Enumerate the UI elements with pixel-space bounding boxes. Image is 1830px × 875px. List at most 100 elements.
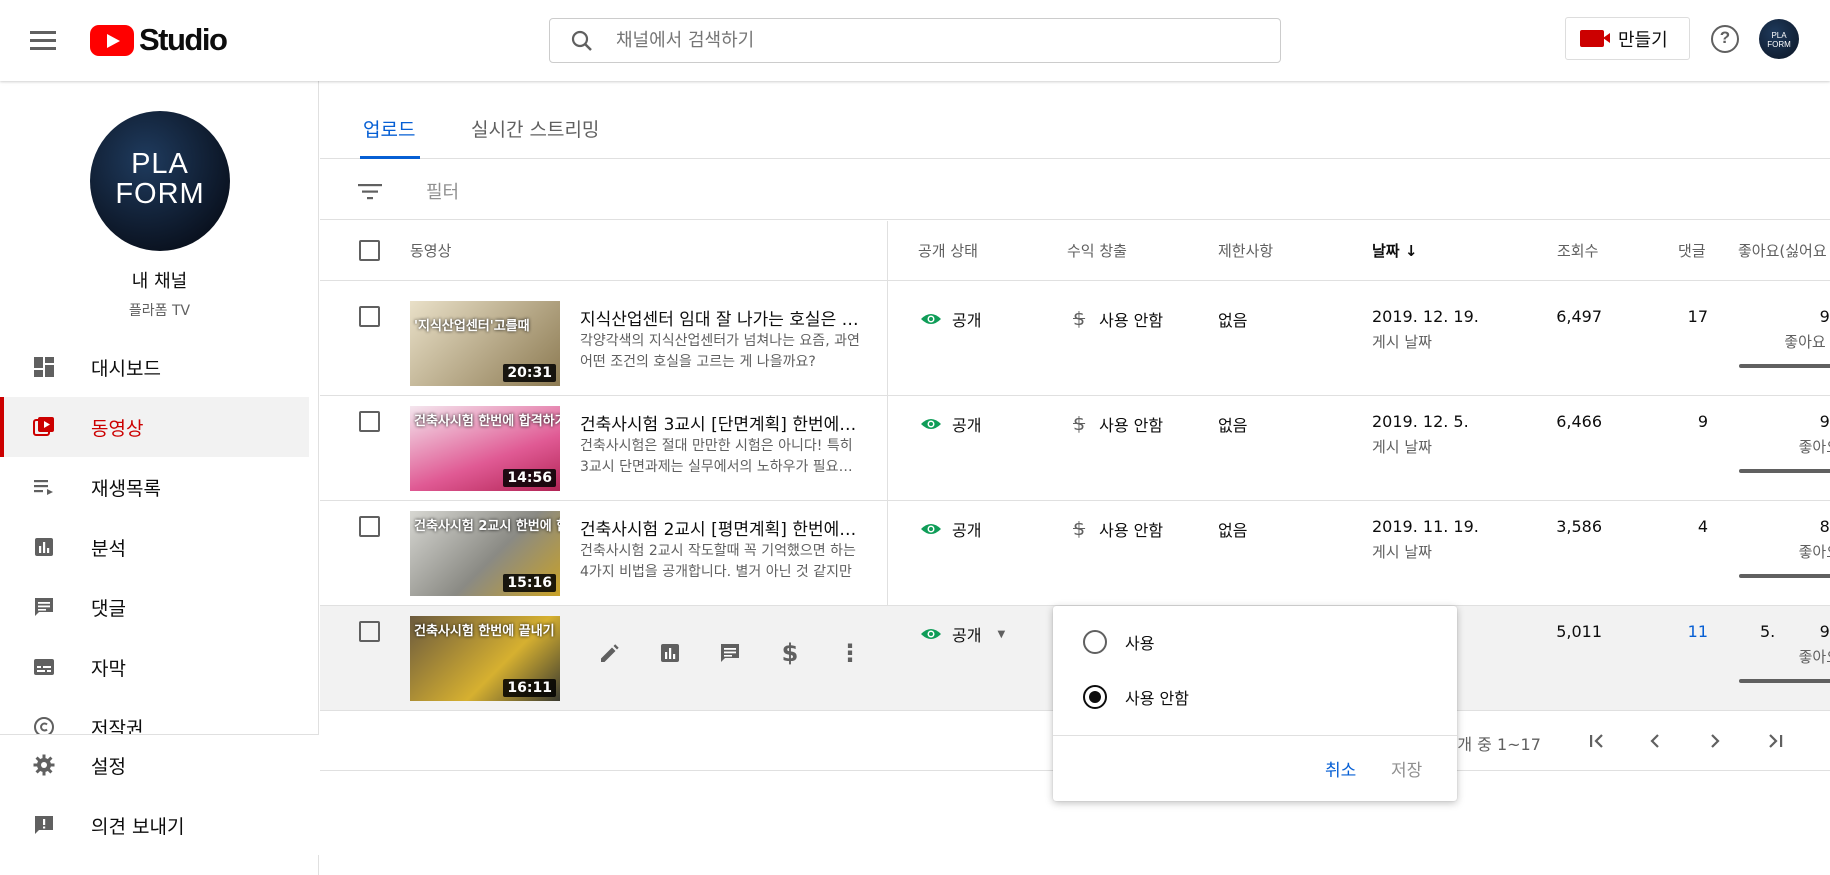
visibility-cell[interactable]: 공개 bbox=[920, 307, 981, 331]
comments-cell[interactable]: 11 bbox=[1640, 622, 1708, 641]
video-thumbnail[interactable]: 건축사시험 2교시 한번에 합격하기 15:16 bbox=[410, 511, 560, 596]
table-row[interactable]: '지식산업센터'고를때 20:31 지식산업센터 임대 잘 나가는 호실은 어떻… bbox=[320, 291, 1830, 396]
date-label: 게시 날짜 bbox=[1372, 333, 1432, 351]
column-restrictions[interactable]: 제한사항 bbox=[1218, 240, 1273, 261]
subtitles-icon bbox=[34, 659, 54, 675]
edit-button[interactable] bbox=[580, 638, 640, 668]
option-disable[interactable]: 사용 안함 bbox=[1083, 685, 1189, 709]
sidebar-item-comments[interactable]: 댓글 bbox=[0, 577, 309, 637]
studio-logo[interactable]: Studio bbox=[90, 22, 228, 58]
comments-button[interactable] bbox=[700, 638, 760, 668]
first-page-icon[interactable] bbox=[1585, 729, 1609, 753]
sidebar-item-videos[interactable]: 동영상 bbox=[0, 397, 309, 457]
column-comments[interactable]: 댓글 bbox=[1678, 240, 1706, 261]
video-title[interactable]: 건축사시험 3교시 [단면계획] 한번에 합격하기 bbox=[580, 410, 860, 435]
help-icon[interactable]: ? bbox=[1711, 25, 1739, 53]
sidebar-item-label: 재생목록 bbox=[91, 477, 161, 500]
channel-avatar[interactable]: PLA FORM bbox=[90, 111, 230, 251]
sidebar-item-feedback[interactable]: 의견 보내기 bbox=[0, 795, 309, 855]
sidebar-item-label: 설정 bbox=[91, 755, 126, 778]
restrictions-cell: 없음 bbox=[1218, 416, 1248, 435]
option-enable[interactable]: 사용 bbox=[1083, 630, 1154, 654]
sidebar-item-subtitles[interactable]: 자막 bbox=[0, 637, 309, 697]
column-visibility[interactable]: 공개 상태 bbox=[918, 240, 978, 261]
cancel-button[interactable]: 취소 bbox=[1325, 756, 1356, 781]
column-likes[interactable]: 좋아요(싫어요 bbox=[1738, 240, 1827, 261]
visibility-dropdown[interactable]: 공개 ▼ bbox=[920, 622, 1005, 646]
table-row[interactable]: 건축사시험 한번에 합격하기 14:56 건축사시험 3교시 [단면계획] 한번… bbox=[320, 396, 1830, 501]
analytics-button[interactable] bbox=[640, 638, 700, 668]
top-bar: Studio 만들기 ? PLA FORM bbox=[0, 0, 1830, 81]
create-button[interactable]: 만들기 bbox=[1565, 17, 1690, 60]
video-title[interactable]: 지식산업센터 임대 잘 나가는 호실은 어떻게 고를까? bbox=[580, 305, 860, 330]
views-cell: 6,497 bbox=[1556, 307, 1602, 326]
sort-arrow-down-icon: ↓ bbox=[1404, 242, 1418, 260]
more-options-button[interactable]: ⋮ bbox=[820, 638, 880, 668]
save-button[interactable]: 저장 bbox=[1391, 756, 1422, 781]
monetization-button[interactable]: $ bbox=[760, 638, 820, 668]
monetization-cell[interactable]: $ 사용 안함 bbox=[1073, 307, 1163, 331]
row-checkbox[interactable] bbox=[359, 306, 380, 327]
duration-badge: 20:31 bbox=[503, 364, 556, 382]
search-box[interactable] bbox=[549, 18, 1281, 63]
search-input[interactable] bbox=[614, 29, 1214, 52]
menu-icon[interactable] bbox=[30, 28, 56, 52]
likes-ratio-bar bbox=[1739, 574, 1830, 578]
eye-icon bbox=[921, 419, 941, 429]
last-page-icon[interactable] bbox=[1763, 729, 1787, 753]
sidebar: PLA FORM 내 채널 플라폼 TV 대시보드 동영상 재생목록 분석 댓글… bbox=[0, 81, 319, 875]
video-thumbnail[interactable]: 건축사시험 한번에 끝내기 16:11 bbox=[410, 616, 560, 701]
duration-badge: 14:56 bbox=[503, 469, 556, 487]
monetization-cell[interactable]: $ 사용 안함 bbox=[1073, 517, 1163, 541]
channel-title: 내 채널 bbox=[131, 271, 188, 292]
row-checkbox[interactable] bbox=[359, 621, 380, 642]
next-page-icon[interactable] bbox=[1703, 729, 1727, 753]
visibility-cell[interactable]: 공개 bbox=[920, 412, 981, 436]
video-thumbnail[interactable]: '지식산업센터'고를때 20:31 bbox=[410, 301, 560, 386]
radio-button[interactable] bbox=[1083, 630, 1107, 654]
analytics-icon bbox=[35, 538, 53, 556]
sidebar-item-dashboard[interactable]: 대시보드 bbox=[0, 337, 309, 397]
account-avatar[interactable]: PLA FORM bbox=[1759, 19, 1799, 59]
channel-name: 플라폼 TV bbox=[128, 303, 191, 319]
duration-badge: 16:11 bbox=[503, 679, 556, 697]
analytics-icon bbox=[661, 644, 679, 662]
video-title[interactable]: 건축사시험 2교시 [평면계획] 한번에 합격하기 bbox=[580, 515, 860, 540]
video-description: 건축사시험 2교시 작도할때 꼭 기억했으면 하는 4가지 비법을 공개합니다.… bbox=[580, 543, 856, 580]
eye-icon bbox=[921, 314, 941, 324]
likes-ratio-bar bbox=[1739, 364, 1830, 368]
sidebar-item-playlists[interactable]: 재생목록 bbox=[0, 457, 309, 517]
radio-button-selected[interactable] bbox=[1083, 685, 1107, 709]
tab-live-streaming[interactable]: 실시간 스트리밍 bbox=[471, 115, 599, 142]
sidebar-item-settings[interactable]: 설정 bbox=[0, 735, 309, 795]
duration-badge: 15:16 bbox=[503, 574, 556, 592]
column-video: 동영상 bbox=[410, 242, 452, 260]
column-views[interactable]: 조회수 bbox=[1557, 240, 1598, 261]
sidebar-item-label: 의견 보내기 bbox=[91, 815, 185, 838]
monetization-off-icon: $ bbox=[1073, 308, 1086, 330]
filter-bar[interactable]: 필터 bbox=[320, 159, 1830, 220]
tab-uploads[interactable]: 업로드 bbox=[363, 115, 415, 142]
sidebar-item-analytics[interactable]: 분석 bbox=[0, 517, 309, 577]
row-checkbox[interactable] bbox=[359, 516, 380, 537]
column-monetization[interactable]: 수익 창출 bbox=[1067, 240, 1127, 261]
visibility-cell[interactable]: 공개 bbox=[920, 517, 981, 541]
search-icon bbox=[571, 30, 592, 51]
filter-input[interactable]: 필터 bbox=[426, 178, 459, 204]
sidebar-bottom: 설정 의견 보내기 bbox=[0, 734, 319, 855]
table-row[interactable]: 건축사시험 2교시 한번에 합격하기 15:16 건축사시험 2교시 [평면계획… bbox=[320, 501, 1830, 606]
monetization-cell[interactable]: $ 사용 안함 bbox=[1073, 412, 1163, 436]
row-checkbox[interactable] bbox=[359, 411, 380, 432]
videos-icon bbox=[33, 417, 54, 436]
previous-page-icon[interactable] bbox=[1643, 729, 1667, 753]
column-date[interactable]: 날짜 ↓ bbox=[1372, 240, 1417, 261]
likes-ratio-bar bbox=[1739, 469, 1830, 473]
filter-icon[interactable] bbox=[358, 184, 382, 200]
select-all-checkbox[interactable] bbox=[359, 240, 380, 261]
likes-label: 좋아요 1 bbox=[1784, 333, 1830, 351]
dashboard-icon bbox=[34, 357, 54, 377]
video-description: 건축사시험은 절대 만만한 시험은 아니다! 특히 3교시 단면과제는 실무에서… bbox=[580, 438, 853, 475]
views-cell: 3,586 bbox=[1556, 517, 1602, 536]
monetization-off-icon: $ bbox=[1073, 518, 1086, 540]
video-thumbnail[interactable]: 건축사시험 한번에 합격하기 14:56 bbox=[410, 406, 560, 491]
